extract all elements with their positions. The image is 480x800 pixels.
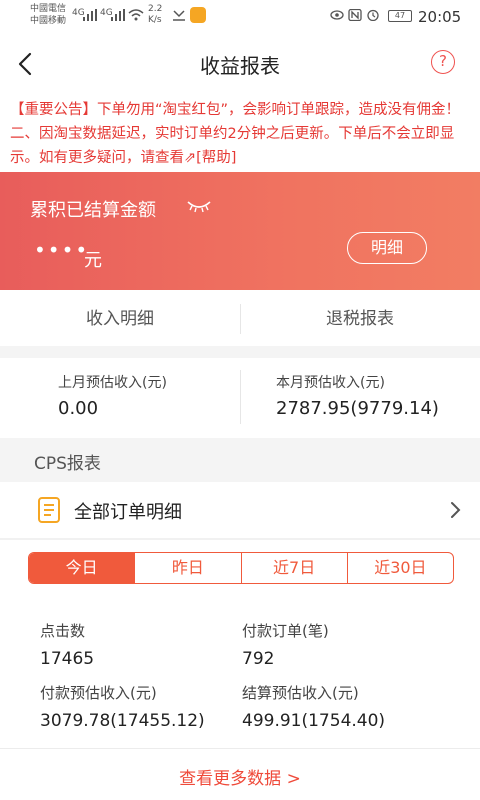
help-link[interactable]: ⇗[帮助] [184, 150, 236, 166]
nav-header: 收益报表 ? [0, 36, 480, 92]
signal-2-icon [111, 9, 125, 21]
view-more-data-link[interactable]: 查看更多数据 > [0, 764, 480, 789]
this-month-label: 本月预估收入(元) [276, 375, 385, 391]
section-gap [0, 538, 480, 540]
all-orders-label: 全部订单明细 [74, 502, 182, 523]
clicks-value: 17465 [40, 649, 95, 669]
battery-indicator: 47 [388, 10, 412, 22]
last-month-label: 上月预估收入(元) [58, 375, 167, 391]
tab-divider [240, 304, 241, 334]
cps-report-label: CPS报表 [34, 454, 101, 474]
paid-income-label: 付款预估收入(元) [40, 684, 157, 702]
speed-value: 2.2 [148, 4, 163, 14]
notification-icon [173, 10, 185, 21]
paid-orders-stat: 付款订单(笔) 792 [242, 620, 329, 669]
document-icon [38, 497, 60, 523]
settled-amount-label: 累积已结算金额 [30, 200, 156, 221]
status-bar: 中國電信 中國移動 4G 4G 2.2 K/s 47 20:05 [0, 0, 480, 36]
back-arrow-icon[interactable] [10, 48, 42, 80]
period-last-7-days[interactable]: 近7日 [240, 553, 347, 583]
carrier-info: 中國電信 中國移動 [30, 3, 66, 27]
tab-income-detail[interactable]: 收入明细 [0, 292, 240, 346]
eye-closed-icon[interactable] [186, 196, 212, 214]
this-month-value: 2787.95(9779.14) [276, 398, 439, 419]
page-title: 收益报表 [200, 54, 280, 78]
carrier-1: 中國電信 [30, 4, 67, 14]
period-selector: 今日 昨日 近7日 近30日 [28, 552, 454, 584]
status-time: 20:05 [418, 8, 462, 26]
bottom-divider [0, 748, 480, 749]
settled-income-value: 499.91(1754.40) [242, 711, 386, 731]
report-tabs: 收入明细 退税报表 [0, 292, 480, 346]
chevron-right-icon [451, 502, 461, 518]
cps-section-header: CPS报表 [0, 438, 480, 482]
clicks-label: 点击数 [40, 622, 86, 640]
speed-unit: K/s [148, 15, 162, 25]
settled-income-stat: 结算预估收入(元) 499.91(1754.40) [242, 682, 385, 731]
eye-comfort-icon [330, 10, 344, 20]
monthly-divider [240, 370, 241, 424]
nfc-icon [348, 9, 362, 21]
tab-tax-refund-report[interactable]: 退税报表 [240, 292, 480, 346]
clicks-stat: 点击数 17465 [40, 620, 94, 669]
period-last-30-days[interactable]: 近30日 [346, 553, 453, 583]
last-month-income: 上月预估收入(元) 0.00 [58, 372, 167, 419]
detail-button[interactable]: 明细 [347, 232, 427, 264]
monthly-income: 上月预估收入(元) 0.00 本月预估收入(元) 2787.95(9779.14… [0, 358, 480, 438]
alarm-icon [367, 9, 379, 21]
signal-1-icon [83, 9, 97, 21]
section-gap [0, 346, 480, 358]
period-yesterday[interactable]: 昨日 [134, 553, 240, 583]
last-month-value: 0.00 [58, 398, 99, 419]
paid-orders-value: 792 [242, 649, 275, 669]
period-today[interactable]: 今日 [29, 553, 135, 583]
this-month-income: 本月预估收入(元) 2787.95(9779.14) [276, 372, 439, 419]
app-notification-icon [190, 7, 206, 23]
network-speed: 2.2 K/s [148, 4, 162, 26]
amount-unit: 元 [84, 250, 102, 271]
announcement-notice: 【重要公告】下单勿用“淘宝红包”，会影响订单跟踪，造成没有佣金！二、因淘宝数据延… [10, 98, 472, 170]
paid-orders-label: 付款订单(笔) [242, 622, 329, 640]
settled-income-label: 结算预估收入(元) [242, 684, 359, 702]
wifi-icon [128, 9, 144, 21]
carrier-2: 中國移動 [30, 16, 67, 26]
paid-income-value: 3079.78(17455.12) [40, 711, 205, 731]
settled-amount-banner: 累积已结算金额 •••• 元 明细 [0, 172, 480, 290]
help-icon[interactable]: ? [431, 50, 455, 74]
paid-income-stat: 付款预估收入(元) 3079.78(17455.12) [40, 682, 205, 731]
all-orders-row[interactable]: 全部订单明细 [0, 482, 480, 538]
masked-amount: •••• [34, 238, 90, 262]
